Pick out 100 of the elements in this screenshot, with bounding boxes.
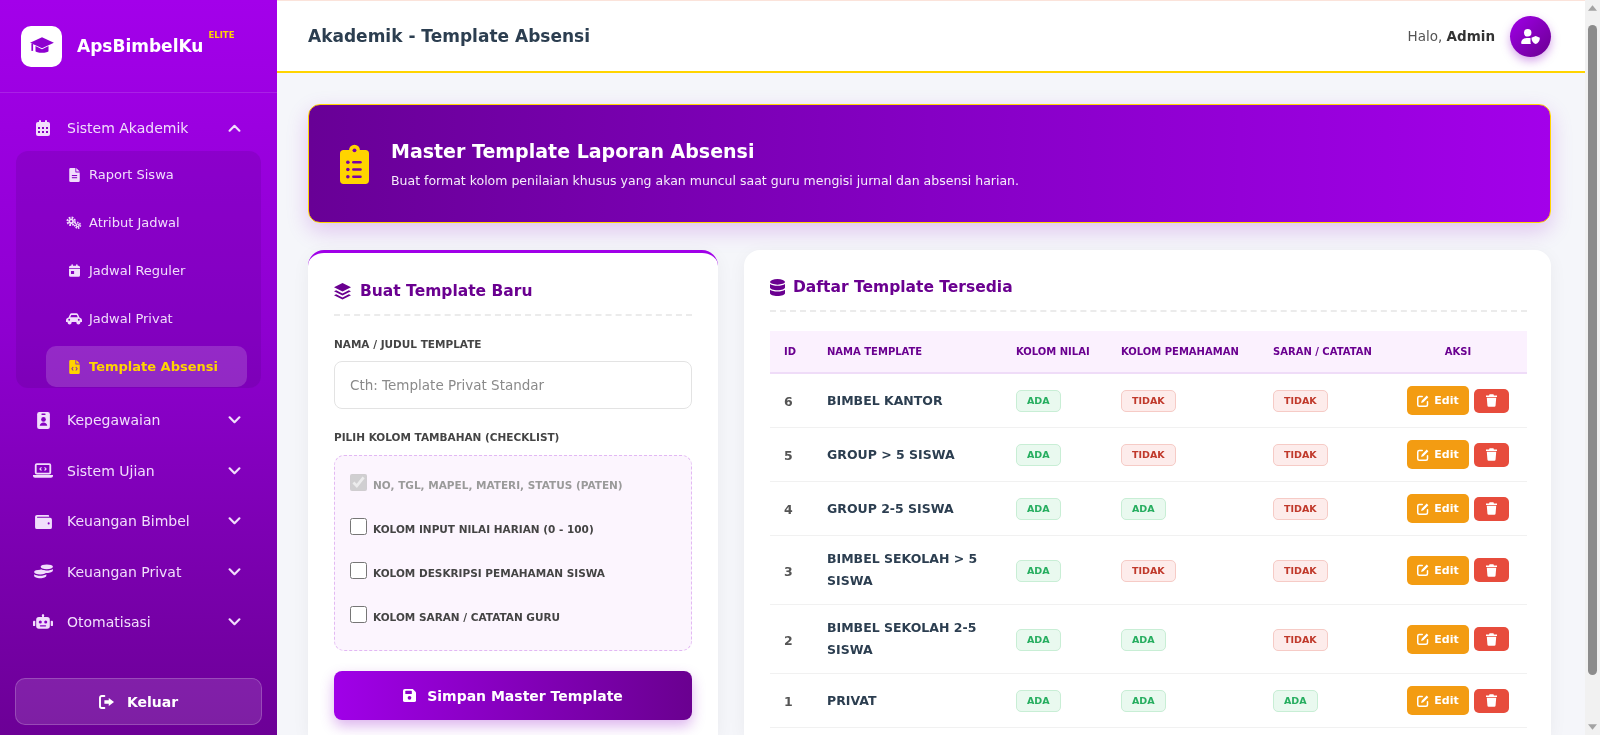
status-badge: ADA: [1016, 690, 1061, 712]
save-button[interactable]: Simpan Master Template: [334, 671, 692, 720]
code-file-icon: [68, 359, 80, 374]
sidebar-menu-item[interactable]: Sistem Ujian: [16, 447, 261, 494]
save-icon: [403, 689, 417, 702]
template-id: 2: [784, 632, 793, 648]
checkbox[interactable]: [350, 518, 367, 535]
sidebar-menu-item[interactable]: Keuangan Bimbel: [16, 498, 261, 544]
column-header: ID: [784, 346, 797, 357]
robot-icon: [33, 614, 53, 630]
status-badge: TIDAK: [1121, 444, 1176, 466]
page-title: Akademik - Template Absensi: [308, 26, 591, 46]
sidebar-menu-item[interactable]: Kepegawaian: [16, 397, 261, 443]
graduation-cap-icon[interactable]: [21, 25, 62, 67]
user-greeting: Halo, Admin: [1407, 28, 1495, 44]
template-id: 6: [784, 394, 793, 409]
status-badge: ADA: [1273, 690, 1318, 712]
checkbox[interactable]: [350, 606, 367, 623]
edit-icon: [1417, 394, 1430, 407]
clipboard-list-icon: [340, 143, 369, 184]
status-badge: TIDAK: [1121, 559, 1176, 582]
template-name: BIMBEL SEKOLAH > 5 SISWA: [827, 550, 979, 590]
template-name: BIMBEL SEKOLAH 2-5 SISWA: [827, 619, 978, 659]
car-icon: [66, 312, 82, 325]
template-name: PRIVAT: [827, 691, 877, 710]
checkbox[interactable]: [350, 562, 367, 579]
option-label: KOLOM INPUT NILAI HARIAN (0 - 100): [373, 523, 594, 535]
template-name: BIMBEL KANTOR: [827, 391, 943, 410]
template-id: 4: [784, 502, 793, 517]
column-header: KOLOM NILAI: [1016, 346, 1090, 357]
edit-icon: [1417, 502, 1430, 515]
delete-button[interactable]: [1473, 688, 1509, 713]
user-shield-icon[interactable]: [1510, 15, 1551, 57]
sign-out-icon: [98, 694, 115, 709]
option-label: NO, TGL, MAPEL, MATERI, STATUS (PATEN): [373, 479, 623, 491]
calendar-icon: [68, 264, 80, 277]
trash-icon: [1485, 563, 1497, 577]
template-id: 1: [784, 694, 793, 709]
calendar-icon: [36, 120, 50, 136]
gears-icon: [66, 216, 82, 229]
submenu-item[interactable]: Template Absensi: [46, 346, 247, 387]
submenu-item[interactable]: Jadwal Reguler: [46, 250, 247, 291]
layers-icon: [334, 282, 351, 300]
status-badge: ADA: [1016, 444, 1061, 466]
trash-icon: [1485, 502, 1497, 515]
option-label: KOLOM SARAN / CATATAN GURU: [373, 611, 561, 623]
field-label: PILIH KOLOM TAMBAHAN (CHECKLIST): [334, 430, 560, 444]
sidebar-menu-item[interactable]: Sistem Akademik: [16, 105, 261, 151]
column-header: SARAN / CATATAN: [1273, 346, 1372, 357]
trash-icon: [1485, 394, 1497, 407]
trash-icon: [1485, 448, 1497, 461]
status-badge: ADA: [1016, 498, 1061, 520]
template-id: 3: [784, 563, 793, 579]
trash-icon: [1485, 694, 1497, 707]
column-header: AKSI: [1444, 346, 1472, 357]
file-icon: [68, 167, 80, 182]
edit-icon: [1417, 694, 1430, 707]
template-name-field[interactable]: Cth: Template Privat Standar: [334, 361, 692, 409]
banner-title: Master Template Laporan Absensi: [391, 138, 756, 163]
edition-label: ELITE: [208, 30, 235, 40]
status-badge: ADA: [1121, 498, 1166, 520]
banner-subtitle: Buat format kolom penilaian khusus yang akan muncul saat guru mengisi jurnal dan absensi harian.: [391, 171, 1019, 189]
card-title: Buat Template Baru: [360, 281, 533, 301]
scrollbar-thumb[interactable]: [1588, 25, 1597, 675]
status-badge: ADA: [1016, 559, 1061, 582]
scrollbar[interactable]: [1585, 0, 1600, 735]
status-badge: ADA: [1121, 628, 1166, 651]
logout-button[interactable]: Keluar: [15, 678, 262, 725]
edit-icon: [1417, 448, 1430, 461]
status-badge: TIDAK: [1273, 390, 1328, 412]
id-badge-icon: [36, 411, 50, 429]
scroll-down-icon[interactable]: [1588, 724, 1597, 730]
status-badge: TIDAK: [1273, 498, 1328, 520]
submenu-item[interactable]: Jadwal Privat: [46, 298, 247, 339]
column-header: NAMA TEMPLATE: [827, 346, 923, 357]
delete-button[interactable]: [1473, 496, 1509, 521]
coins-icon: [33, 564, 53, 579]
scroll-up-icon[interactable]: [1588, 5, 1597, 11]
sidebar-menu-item[interactable]: Otomatisasi: [16, 599, 261, 645]
delete-button[interactable]: [1473, 627, 1509, 651]
edit-icon: [1417, 633, 1430, 645]
card-title: Daftar Template Tersedia: [793, 277, 1013, 297]
sidebar-menu-item[interactable]: Keuangan Privat: [16, 548, 261, 595]
status-badge: TIDAK: [1273, 559, 1328, 582]
status-badge: ADA: [1121, 690, 1166, 712]
submenu-item[interactable]: Atribut Jadwal: [46, 202, 247, 243]
delete-button[interactable]: [1473, 558, 1509, 582]
delete-button[interactable]: [1473, 442, 1509, 467]
status-badge: ADA: [1016, 390, 1061, 412]
wallet-icon: [34, 513, 52, 529]
status-badge: TIDAK: [1273, 628, 1328, 651]
column-header: KOLOM PEMAHAMAN: [1121, 346, 1239, 357]
template-name: GROUP > 5 SISWA: [827, 445, 955, 464]
status-badge: TIDAK: [1121, 390, 1176, 412]
trash-icon: [1485, 632, 1497, 646]
field-label: NAMA / JUDUL TEMPLATE: [334, 337, 482, 351]
submenu-item[interactable]: Raport Siswa: [46, 154, 247, 195]
edit-icon: [1417, 564, 1430, 576]
delete-button[interactable]: [1473, 388, 1509, 413]
status-badge: TIDAK: [1273, 444, 1328, 466]
